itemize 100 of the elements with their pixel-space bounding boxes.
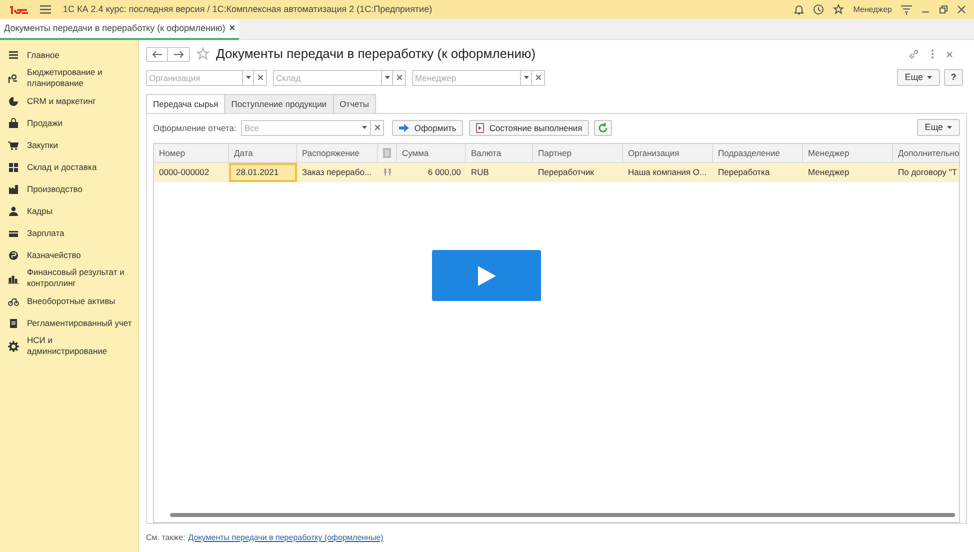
report-icon [476, 122, 484, 133]
user-name[interactable]: Менеджер [853, 4, 892, 16]
table-cell: Менеджер [808, 166, 850, 179]
sidebar-item[interactable]: Финансовый результат и контроллинг [27, 267, 132, 289]
dropdown-button[interactable] [243, 70, 254, 86]
table-cell: 0000-000002 [159, 166, 210, 179]
clear-button[interactable] [371, 120, 384, 136]
column-header[interactable]: Дополнительно [898, 147, 959, 160]
sidebar-item[interactable]: НСИ и администрирование [27, 335, 132, 357]
window-title: 1С КА 2.4 курс: последняя версия / 1С:Комплексная автоматизация 2 (1С:Предприятие) [63, 2, 432, 16]
filter-field[interactable]: Менеджер [412, 70, 521, 86]
column-header[interactable]: Подразделение [718, 147, 780, 160]
more-icon[interactable] [931, 49, 934, 59]
column-header[interactable]: Распоряжение [302, 147, 360, 160]
more-button[interactable]: Еще [896, 69, 940, 86]
dropdown-button[interactable] [521, 70, 532, 86]
sidebar-item[interactable]: Главное [27, 50, 132, 60]
sidebar-item[interactable]: Продажи [27, 118, 132, 128]
filter-field[interactable]: Организация [146, 70, 243, 86]
back-button[interactable] [146, 46, 168, 62]
history-icon[interactable] [813, 4, 824, 15]
column-header[interactable]: Менеджер [808, 147, 850, 160]
table-cell: RUB [471, 166, 489, 179]
restore-icon[interactable] [939, 5, 948, 14]
column-header[interactable]: Валюта [471, 147, 502, 160]
close-icon[interactable] [946, 50, 953, 58]
caret-icon [384, 76, 390, 80]
clear-button[interactable] [393, 70, 406, 86]
sidebar-item[interactable]: Внеоборотные активы [27, 296, 132, 306]
sidebar-item[interactable]: Зарплата [27, 228, 132, 238]
column-header[interactable]: Организация [628, 147, 680, 160]
open-tab[interactable]: Документы передачи в переработку (к оформлению) × [0, 19, 240, 40]
sidebar-item[interactable]: Закупки [27, 140, 132, 150]
clear-button[interactable] [532, 70, 545, 86]
funnel-icon[interactable] [901, 4, 912, 14]
coin-icon [8, 250, 19, 260]
sidebar-item[interactable]: Казначейство [27, 250, 132, 260]
column-header[interactable]: Дата [234, 147, 253, 160]
toolbar-button[interactable]: Оформить [392, 120, 464, 136]
list-icon [8, 50, 19, 60]
play-icon [478, 266, 496, 286]
table-cell: По договору "Т [898, 166, 958, 179]
sidebar-item[interactable]: Регламентированный учет [27, 318, 132, 328]
star-icon[interactable] [833, 4, 844, 15]
link-icon[interactable] [909, 49, 919, 59]
document-icon [383, 148, 391, 158]
horizontal-scrollbar[interactable] [170, 513, 955, 518]
table-cell: 6 000,00 [428, 166, 461, 179]
form-title: Документы передачи в переработку (к оформлению) [216, 45, 536, 64]
close-tab-button[interactable]: × [229, 21, 236, 36]
more-button[interactable]: Еще [916, 119, 960, 136]
see-also-link[interactable]: Документы передачи в переработку (оформленные) [188, 532, 384, 544]
sidebar-item[interactable]: Бюджетирование и планирование [27, 67, 132, 89]
table-cell: Переработка [718, 166, 770, 179]
bag-icon [8, 118, 19, 128]
bell-icon[interactable] [794, 4, 804, 15]
factory-icon [8, 184, 19, 194]
sidebar-item[interactable]: Склад и доставка [27, 162, 132, 172]
dropdown-button[interactable] [382, 70, 393, 86]
toolbar-button[interactable]: Состояние выполнения [469, 120, 590, 136]
column-header[interactable]: Номер [159, 147, 186, 160]
sidebar-item[interactable]: Кадры [27, 206, 132, 216]
table-row[interactable]: 0000-000002 28.01.2021 Заказ перерабо... 6 000,00 RUB Переработчик Наша компания О... Переработка Менеджер По договору "Т [154, 162, 959, 182]
table-cell: 28.01.2021 [236, 166, 279, 179]
refresh-icon [598, 122, 608, 133]
cart-icon [8, 140, 19, 150]
bicycle-icon [8, 296, 19, 306]
grid-icon [8, 162, 19, 172]
help-button[interactable]: ? [944, 69, 963, 86]
caret-icon [927, 76, 932, 80]
filter-field[interactable]: Склад [273, 70, 382, 86]
close-icon[interactable] [957, 5, 966, 14]
refresh-button[interactable] [594, 120, 612, 136]
column-header[interactable]: Партнер [538, 147, 572, 160]
play-button[interactable] [432, 250, 541, 301]
star-icon[interactable] [196, 47, 210, 61]
clear-button[interactable] [254, 70, 267, 86]
close-icon [374, 125, 380, 130]
dropdown-icon[interactable] [362, 126, 368, 130]
sidebar-item[interactable]: Производство [27, 184, 132, 194]
table-cell: Наша компания О... [628, 166, 707, 179]
table-cell: Заказ перерабо... [302, 166, 372, 179]
settings-icon [8, 340, 19, 352]
forward-button[interactable] [168, 46, 190, 62]
bar-chart-icon [8, 272, 19, 284]
caret-icon [947, 126, 952, 130]
logo-icon [8, 4, 28, 14]
sidebar-item[interactable]: CRM и маркетинг [27, 96, 132, 106]
people-icon [383, 168, 392, 176]
column-header[interactable]: Сумма [402, 147, 429, 160]
chart-icon [8, 72, 19, 84]
person-icon [8, 206, 19, 216]
table-cell: Переработчик [538, 166, 594, 179]
form-tab[interactable]: Передача сырья [146, 94, 226, 113]
form-tab[interactable]: Отчеты [334, 94, 376, 113]
left-arrow-icon [152, 50, 162, 58]
menu-icon[interactable] [40, 5, 51, 14]
pie-chart-icon [8, 96, 19, 106]
document-icon [8, 318, 19, 328]
form-tab[interactable]: Поступление продукции [225, 94, 334, 113]
